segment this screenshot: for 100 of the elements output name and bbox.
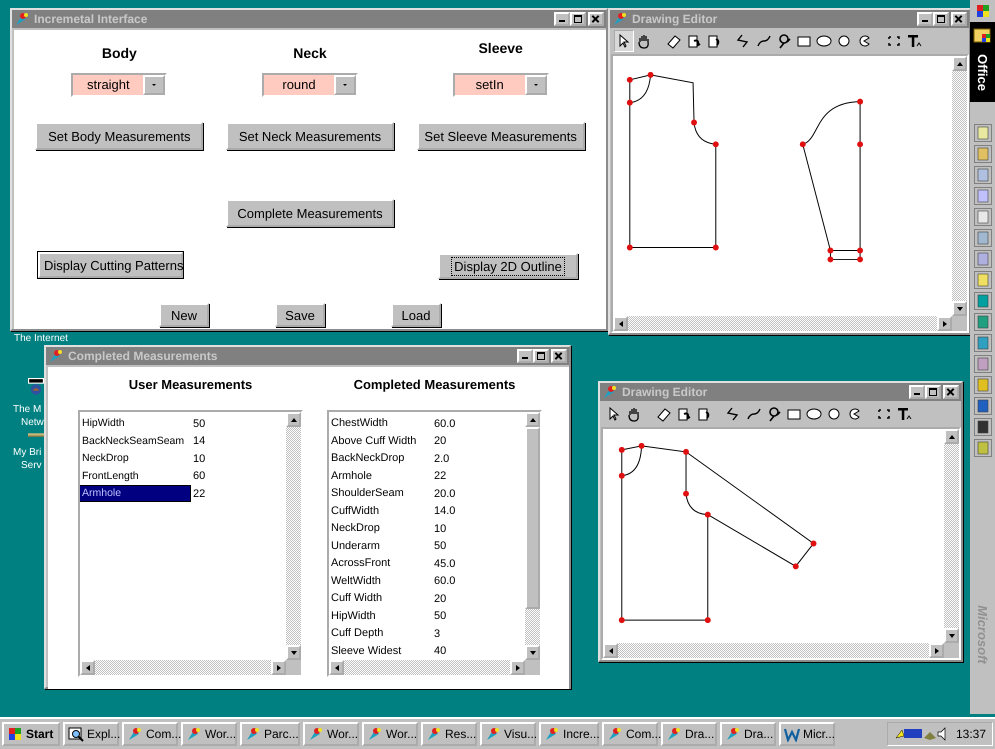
vertical-scrollbar[interactable] [286, 412, 301, 660]
shortcut-icon[interactable] [974, 334, 992, 352]
measurement-name[interactable]: Underarm [329, 538, 431, 554]
file-button[interactable]: New [159, 303, 209, 327]
measurement-list[interactable]: HipWidth 50 BackNeckSeamSeam 14 NeckDrop 10 FrontLength 60 Armhole 22 [78, 410, 303, 677]
down-arrow-icon[interactable] [948, 632, 956, 640]
measurement-name[interactable]: HipWidth [329, 608, 431, 624]
dropdown[interactable]: round [262, 73, 358, 97]
desktop-icon-label[interactable]: The M [13, 403, 42, 416]
left-arrow-icon[interactable] [606, 646, 614, 654]
vertical-scrollbar[interactable] [952, 56, 967, 316]
vertical-scrollbar[interactable] [525, 412, 540, 660]
set-measurements-button[interactable]: Set Body Measurements [35, 122, 204, 150]
shortcut-icon[interactable] [974, 397, 992, 415]
horizontal-scrollbar[interactable] [613, 316, 952, 331]
measurement-name[interactable]: Above Cuff Width [329, 434, 431, 449]
desktop-icon-label[interactable]: My Bri [13, 446, 42, 459]
left-arrow-icon[interactable] [332, 664, 340, 672]
shortcut-icon[interactable] [974, 313, 992, 331]
shortcut-icon[interactable] [974, 271, 992, 289]
taskbar-button[interactable]: Micr... [779, 722, 835, 746]
shortcut-icon[interactable] [974, 124, 992, 142]
file-button[interactable]: Save [275, 303, 325, 327]
measurement-name[interactable]: NeckDrop [329, 521, 431, 536]
close-button[interactable] [551, 349, 567, 363]
taskbar-button[interactable]: Parc... [240, 722, 300, 746]
taskbar-button[interactable]: Dra... [661, 722, 717, 746]
taskbar-button[interactable]: Dra... [720, 722, 776, 746]
maximize-button[interactable] [570, 12, 586, 26]
left-arrow-icon[interactable] [84, 664, 92, 672]
measurement-name[interactable]: WeltWidth [329, 574, 431, 589]
horizontal-scrollbar[interactable] [329, 660, 525, 675]
file-button[interactable]: Load [391, 303, 441, 327]
up-arrow-icon[interactable] [528, 416, 536, 424]
right-arrow-icon[interactable] [274, 664, 282, 672]
maximize-button[interactable] [933, 12, 949, 26]
measurement-name[interactable]: NeckDrop [80, 451, 190, 466]
set-measurements-button[interactable]: Set Sleeve Measurements [416, 122, 585, 150]
taskbar-button[interactable]: Com... [602, 722, 658, 746]
left-arrow-icon[interactable] [616, 320, 624, 328]
tray-icons-drawing[interactable] [894, 726, 948, 742]
maximize-button[interactable] [925, 385, 941, 399]
dropdown[interactable]: straight [71, 73, 168, 97]
up-arrow-icon[interactable] [956, 60, 964, 68]
display-button[interactable]: Display 2D Outline [438, 253, 578, 279]
close-button[interactable] [943, 385, 959, 399]
desktop-icon-label[interactable]: The Internet [14, 333, 68, 344]
complete-measurements-button[interactable]: Complete Measurements [226, 199, 394, 227]
down-arrow-icon[interactable] [290, 648, 298, 656]
taskbar-button[interactable]: Wor... [181, 722, 237, 746]
right-arrow-icon[interactable] [514, 664, 522, 672]
horizontal-scrollbar[interactable] [603, 643, 944, 658]
desktop-icon-label[interactable]: Serv [21, 459, 42, 472]
taskbar-button[interactable]: Res... [421, 722, 477, 746]
dropdown[interactable]: setIn [452, 73, 549, 97]
set-measurements-button[interactable]: Set Neck Measurements [226, 122, 394, 150]
minimize-button[interactable] [554, 12, 570, 26]
measurement-name[interactable]: Armhole [329, 468, 431, 484]
close-button[interactable] [951, 12, 967, 26]
maximize-button[interactable] [533, 349, 549, 363]
pointer-tool[interactable] [614, 30, 634, 52]
shortcut-icon[interactable] [974, 418, 992, 436]
down-arrow-icon[interactable] [528, 648, 536, 656]
start-button[interactable]: Start [2, 722, 60, 746]
horizontal-scrollbar[interactable] [80, 660, 286, 675]
measurement-name[interactable]: Cuff Depth [329, 626, 431, 642]
desktop-icon-label[interactable]: Netw [21, 416, 44, 429]
measurement-name[interactable]: CuffWidth [329, 504, 431, 519]
measurement-name[interactable]: ShoulderSeam [329, 486, 431, 502]
right-arrow-icon[interactable] [940, 320, 948, 328]
taskbar-button[interactable]: Incre... [539, 722, 599, 746]
measurement-name[interactable]: AcrossFront [329, 556, 431, 572]
taskbar-button[interactable]: Wor... [303, 722, 359, 746]
right-arrow-icon[interactable] [932, 646, 940, 654]
measurement-name[interactable]: ChestWidth [329, 416, 431, 432]
window-logo-icon[interactable] [974, 3, 990, 19]
taskbar-button[interactable]: Visu... [480, 722, 536, 746]
measurement-list[interactable] [327, 410, 542, 677]
shortcut-icon[interactable] [974, 208, 992, 226]
measurement-name[interactable]: Armhole [80, 486, 190, 502]
minimize-button[interactable] [909, 385, 925, 399]
scroll-thumb[interactable] [525, 427, 540, 609]
measurement-name[interactable]: BackNeckSeamSeam [80, 434, 190, 449]
close-button[interactable] [588, 12, 604, 26]
taskbar-button[interactable]: Expl... [63, 722, 119, 746]
down-arrow-icon[interactable] [956, 304, 964, 312]
minimize-button[interactable] [517, 349, 533, 363]
up-arrow-icon[interactable] [948, 432, 956, 440]
measurement-name[interactable]: FrontLength [80, 468, 190, 484]
measurement-name[interactable]: Sleeve Widest [329, 644, 431, 659]
taskbar-button[interactable]: Wor... [362, 722, 418, 746]
taskbar-button[interactable]: Com... [122, 722, 178, 746]
display-button[interactable]: Display Cutting Patterns [38, 252, 183, 278]
measurement-name[interactable]: HipWidth [80, 416, 190, 432]
up-arrow-icon[interactable] [290, 416, 298, 424]
measurement-name[interactable]: BackNeckDrop [329, 451, 431, 466]
minimize-button[interactable] [917, 12, 933, 26]
vertical-scrollbar[interactable] [944, 429, 959, 643]
shortcut-icon[interactable] [974, 292, 992, 310]
measurement-name[interactable]: Cuff Width [329, 591, 431, 606]
